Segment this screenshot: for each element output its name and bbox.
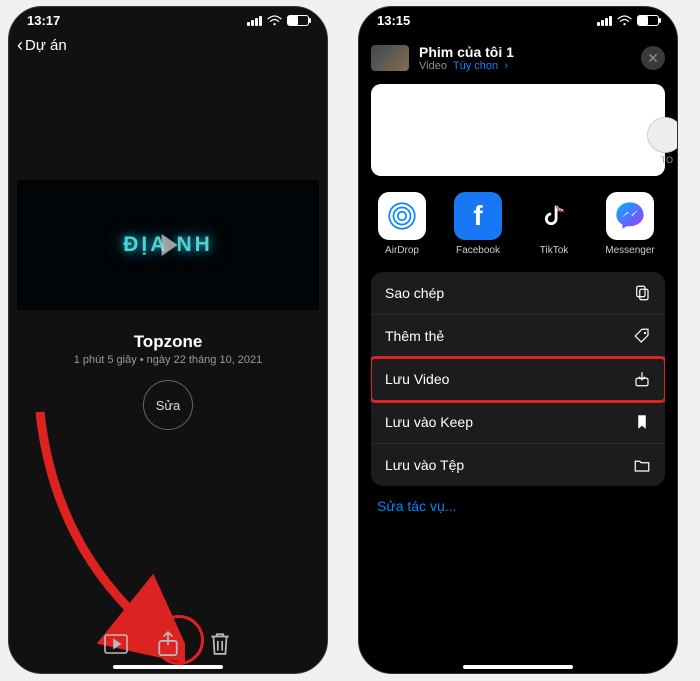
- wifi-icon: [267, 15, 282, 27]
- app-facebook[interactable]: f Facebook: [449, 192, 507, 256]
- status-bar: 13:15: [359, 7, 677, 30]
- project-title: Topzone: [9, 332, 327, 352]
- action-save-video[interactable]: Lưu Video: [371, 358, 665, 401]
- contact-avatar[interactable]: [647, 117, 678, 153]
- app-label: Facebook: [456, 245, 500, 256]
- video-preview[interactable]: ĐỊA NH: [17, 180, 319, 310]
- app-label: Messenger: [605, 245, 654, 256]
- phone-right: 13:15 Phim của tôi 1 Video Tùy chọn › ✕: [358, 6, 678, 674]
- share-apps-row: AirDrop f Facebook TikTok Messenger: [359, 176, 677, 264]
- action-label: Thêm thẻ: [385, 328, 444, 344]
- back-button[interactable]: ‹ Dự án: [9, 30, 327, 60]
- status-bar: 13:17: [9, 7, 327, 30]
- home-indicator: [113, 665, 223, 669]
- messenger-icon: [606, 192, 654, 240]
- actions-list: Sao chép Thêm thẻ Lưu Video Lưu vào Keep…: [371, 272, 665, 486]
- action-save-keep[interactable]: Lưu vào Keep: [371, 401, 665, 444]
- video-thumbnail: [371, 45, 409, 71]
- close-icon: ✕: [647, 50, 659, 67]
- contact-name: TO: [661, 155, 673, 165]
- play-rect-button[interactable]: [104, 633, 128, 655]
- signal-icon: [597, 16, 612, 26]
- action-label: Sao chép: [385, 285, 444, 301]
- tiktok-icon: [530, 192, 578, 240]
- app-tiktok[interactable]: TikTok: [525, 192, 583, 256]
- close-button[interactable]: ✕: [641, 46, 665, 70]
- action-label: Lưu vào Keep: [385, 414, 473, 430]
- sheet-title: Phim của tôi 1: [419, 44, 631, 60]
- action-save-file[interactable]: Lưu vào Tệp: [371, 444, 665, 486]
- chevron-left-icon: ‹: [17, 36, 23, 54]
- preview-card: [371, 84, 665, 176]
- save-video-icon: [633, 370, 651, 388]
- copy-icon: [633, 284, 651, 302]
- home-indicator: [463, 665, 573, 669]
- bottom-toolbar: [9, 633, 327, 655]
- project-subtitle: 1 phút 5 giây • ngày 22 tháng 10, 2021: [9, 354, 327, 366]
- facebook-icon: f: [454, 192, 502, 240]
- app-airdrop[interactable]: AirDrop: [373, 192, 431, 256]
- tag-icon: [633, 327, 651, 345]
- edit-label: Sửa: [156, 398, 181, 413]
- share-sheet-header: Phim của tôi 1 Video Tùy chọn › ✕: [359, 34, 677, 78]
- action-label: Lưu Video: [385, 371, 449, 387]
- app-label: AirDrop: [385, 245, 419, 256]
- action-label: Lưu vào Tệp: [385, 457, 464, 473]
- trash-button[interactable]: [208, 633, 232, 655]
- folder-icon: [633, 456, 651, 474]
- phone-left: 13:17 ‹ Dự án ĐỊA NH Topzone 1 phút 5 gi…: [8, 6, 328, 674]
- share-button[interactable]: [156, 633, 180, 655]
- status-icons: [247, 15, 309, 27]
- play-icon: [162, 234, 178, 256]
- wifi-icon: [617, 15, 632, 27]
- annotation-arrow: [15, 402, 185, 662]
- edit-button[interactable]: Sửa: [143, 380, 193, 430]
- sheet-subtitle[interactable]: Video Tùy chọn ›: [419, 60, 631, 72]
- bookmark-icon: [633, 413, 651, 431]
- signal-icon: [247, 16, 262, 26]
- options-link[interactable]: Tùy chọn: [453, 60, 498, 72]
- airdrop-icon: [378, 192, 426, 240]
- app-messenger[interactable]: Messenger: [601, 192, 659, 256]
- status-time: 13:17: [27, 13, 60, 28]
- status-time: 13:15: [377, 13, 410, 28]
- back-label: Dự án: [25, 37, 67, 54]
- app-label: TikTok: [540, 245, 569, 256]
- battery-icon: [287, 15, 309, 26]
- action-copy[interactable]: Sao chép: [371, 272, 665, 315]
- edit-actions-link[interactable]: Sửa tác vụ...: [359, 486, 677, 526]
- battery-icon: [637, 15, 659, 26]
- status-icons: [597, 15, 659, 27]
- action-add-tag[interactable]: Thêm thẻ: [371, 315, 665, 358]
